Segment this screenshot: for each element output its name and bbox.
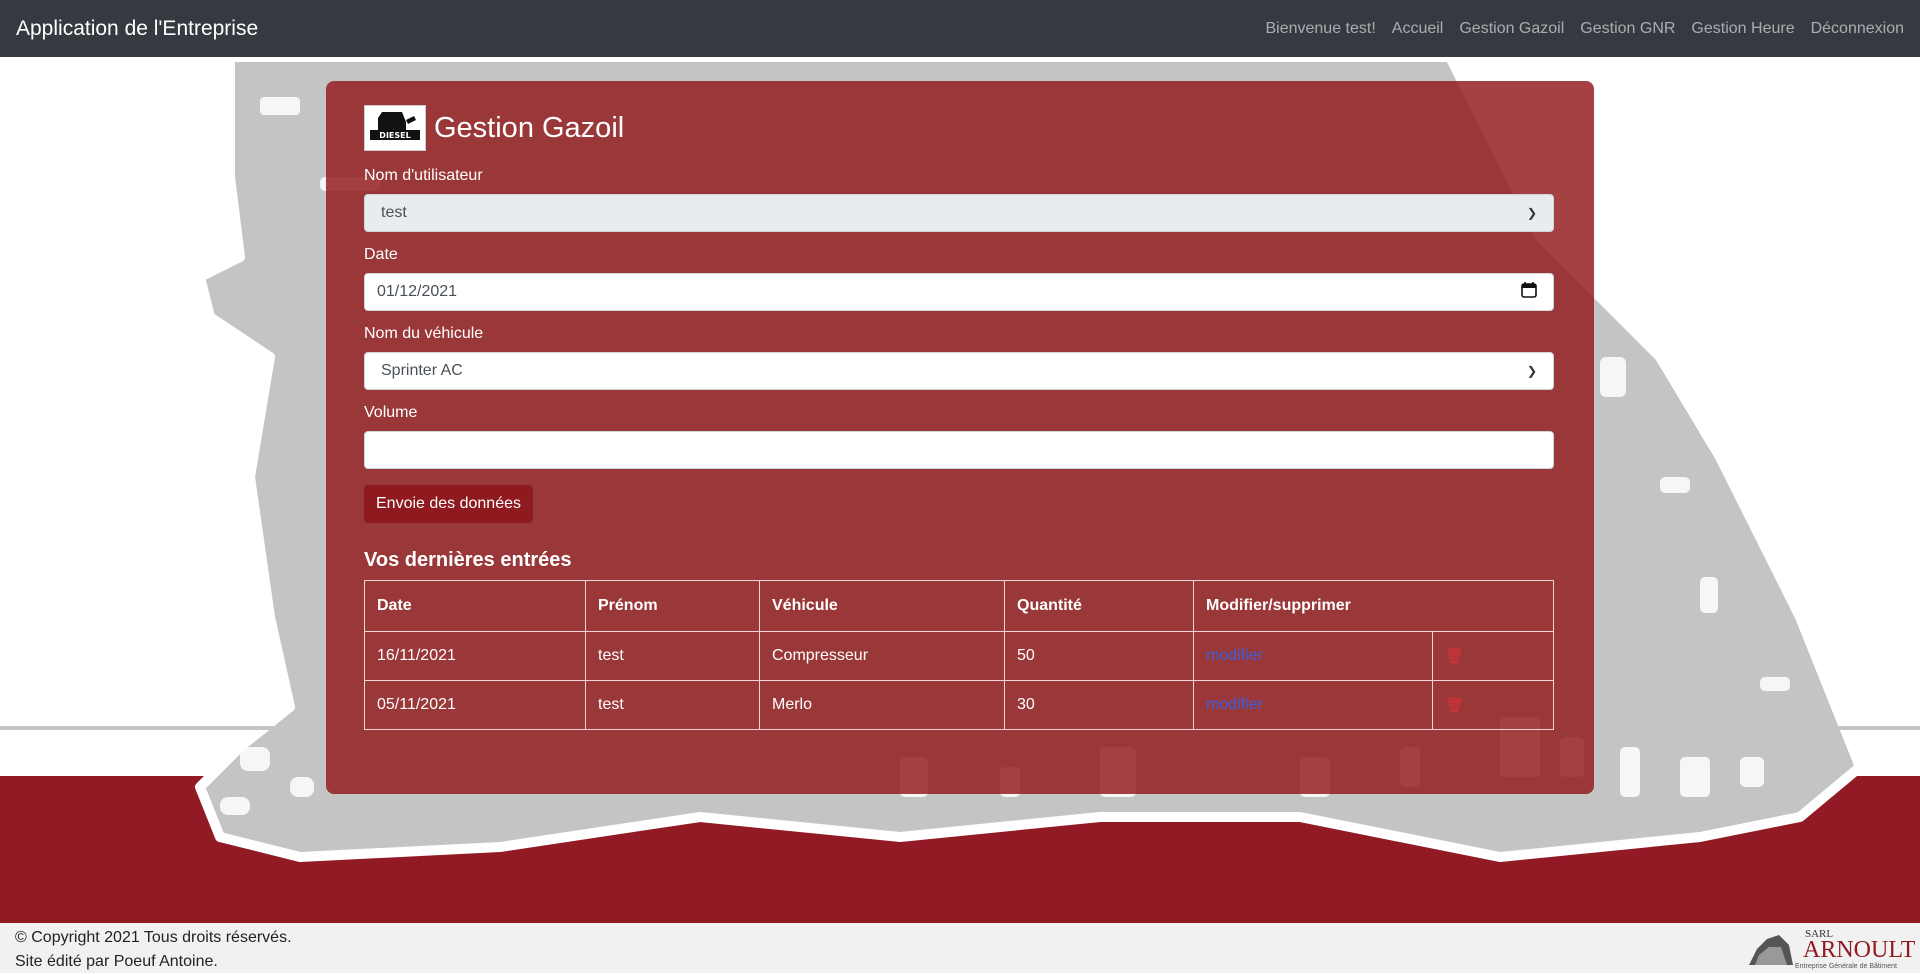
- table-row: 05/11/2021 test Merlo 30 modifier 🗑: [364, 680, 1554, 730]
- row-date: 16/11/2021: [364, 631, 586, 681]
- submit-button[interactable]: Envoie des données: [364, 485, 533, 523]
- copyright-text: © Copyright 2021 Tous droits réservés.: [15, 929, 292, 946]
- entries-table: Date Prénom Véhicule Quantité Modifier/s…: [364, 580, 1554, 730]
- vehicle-label: Nom du véhicule: [364, 325, 484, 342]
- row-vehicule: Compresseur: [759, 631, 1005, 681]
- row-prenom: test: [585, 680, 760, 730]
- nav-gestion-gazoil[interactable]: Gestion Gazoil: [1459, 20, 1564, 38]
- modify-link[interactable]: modifier: [1206, 696, 1263, 713]
- header-vehicule: Véhicule: [759, 580, 1005, 632]
- nav-welcome[interactable]: Bienvenue test!: [1265, 20, 1375, 38]
- diesel-logo: DIESEL: [364, 105, 426, 151]
- modify-link[interactable]: modifier: [1206, 647, 1263, 664]
- row-prenom: test: [585, 631, 760, 681]
- row-delete-cell: 🗑: [1432, 631, 1554, 681]
- row-delete-cell: 🗑: [1432, 680, 1554, 730]
- trash-icon[interactable]: 🗑: [1445, 648, 1464, 665]
- row-vehicule: Merlo: [759, 680, 1005, 730]
- header-quantite: Quantité: [1004, 580, 1194, 632]
- date-label: Date: [364, 246, 398, 263]
- date-input-value: 01/12/2021: [377, 283, 458, 300]
- nav-gestion-heure[interactable]: Gestion Heure: [1691, 20, 1794, 38]
- volume-input[interactable]: [364, 431, 1554, 469]
- vehicle-select[interactable]: Sprinter AC ❯: [364, 352, 1554, 390]
- calendar-icon[interactable]: [1521, 281, 1537, 303]
- table-header-row: Date Prénom Véhicule Quantité Modifier/s…: [364, 580, 1554, 632]
- row-quantite: 50: [1004, 631, 1194, 681]
- chevron-down-icon: ❯: [1526, 206, 1537, 220]
- navbar-brand[interactable]: Application de l'Entreprise: [16, 17, 258, 41]
- footer: © Copyright 2021 Tous droits réservés. S…: [0, 923, 1920, 973]
- nav-gestion-gnr[interactable]: Gestion GNR: [1580, 20, 1675, 38]
- row-modify-cell: modifier: [1193, 680, 1433, 730]
- gazoil-card: DIESEL Gestion Gazoil Nom d'utilisateur …: [326, 81, 1594, 794]
- trash-icon[interactable]: 🗑: [1445, 697, 1464, 714]
- row-quantite: 30: [1004, 680, 1194, 730]
- user-select[interactable]: test ❯: [364, 194, 1554, 232]
- page-title: Gestion Gazoil: [434, 111, 625, 144]
- diesel-logo-text: DIESEL: [379, 131, 410, 140]
- logo-subtitle: Entreprise Générale de Bâtiment: [1795, 963, 1897, 970]
- logo-name: ARNOULT: [1803, 937, 1915, 963]
- table-row: 16/11/2021 test Compresseur 50 modifier …: [364, 631, 1554, 681]
- volume-label: Volume: [364, 404, 418, 421]
- vehicle-select-value: Sprinter AC: [381, 362, 463, 379]
- row-modify-cell: modifier: [1193, 631, 1433, 681]
- nav-links: Bienvenue test! Accueil Gestion Gazoil G…: [1265, 20, 1904, 38]
- company-logo: SARL ARNOULT Entreprise Générale de Bâti…: [1749, 928, 1915, 970]
- diesel-pump-icon: DIESEL: [370, 112, 420, 140]
- author-text: Site édité par Poeuf Antoine.: [15, 953, 218, 970]
- nav-deconnexion[interactable]: Déconnexion: [1811, 20, 1904, 38]
- row-date: 05/11/2021: [364, 680, 586, 730]
- header-prenom: Prénom: [585, 580, 760, 632]
- user-label: Nom d'utilisateur: [364, 167, 483, 184]
- chevron-down-icon: ❯: [1526, 364, 1537, 378]
- navbar: Application de l'Entreprise Bienvenue te…: [0, 0, 1920, 57]
- header-date: Date: [364, 580, 586, 632]
- footer-text: © Copyright 2021 Tous droits réservés. S…: [15, 926, 292, 974]
- nav-accueil[interactable]: Accueil: [1392, 20, 1444, 38]
- user-select-value: test: [381, 204, 407, 221]
- card-header: DIESEL Gestion Gazoil: [364, 105, 1556, 151]
- header-actions: Modifier/supprimer: [1193, 580, 1554, 632]
- entries-title: Vos dernières entrées: [364, 549, 572, 571]
- date-input[interactable]: 01/12/2021: [364, 273, 1554, 311]
